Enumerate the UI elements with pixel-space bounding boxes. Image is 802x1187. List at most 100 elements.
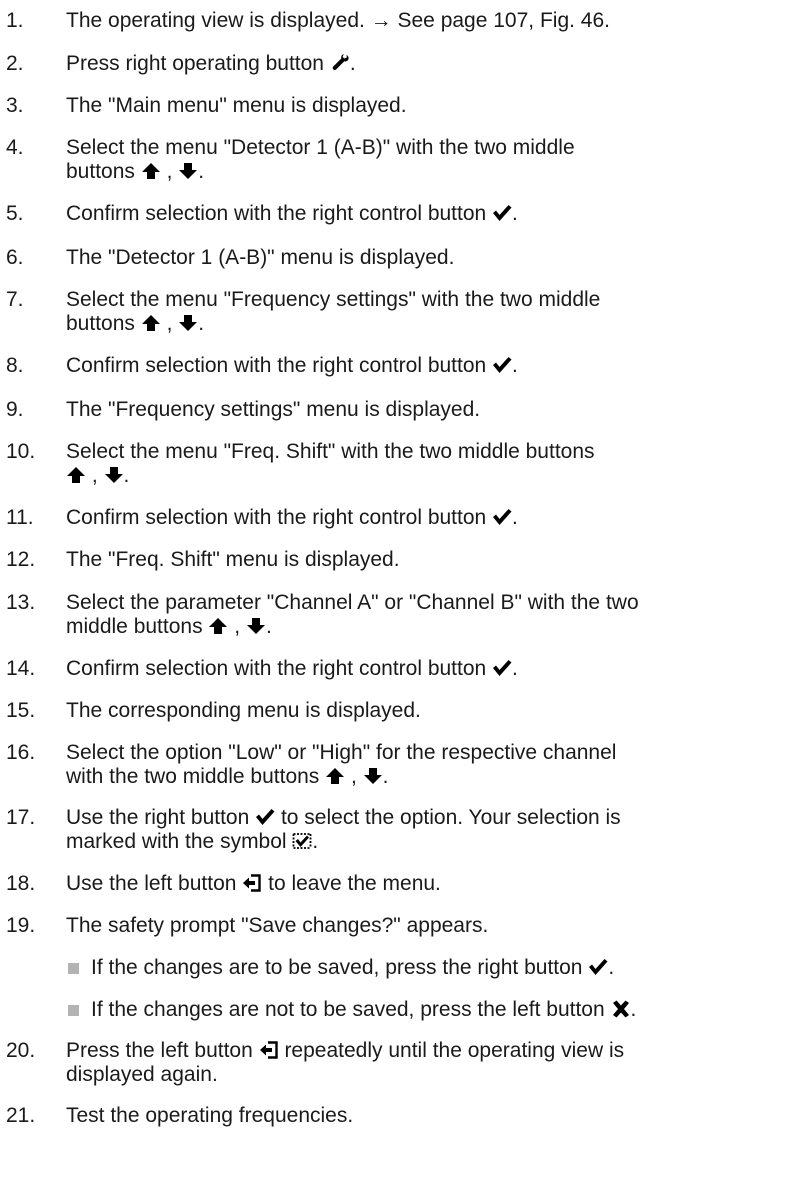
step-number: 4. xyxy=(6,136,24,159)
exit-icon xyxy=(259,1041,279,1059)
text-run: . xyxy=(630,998,637,1021)
sub-item-text: If the changes are to be saved, press th… xyxy=(91,956,796,980)
text-run: The "Frequency settings" menu is display… xyxy=(66,398,481,421)
text-run: to leave the menu. xyxy=(262,872,441,895)
step-text: The "Frequency settings" menu is display… xyxy=(66,398,796,422)
checkmark-icon xyxy=(492,204,512,222)
text-run: buttons xyxy=(66,160,141,183)
text-run: . xyxy=(512,354,518,377)
step-number: 6. xyxy=(6,246,24,269)
step-text: Press right operating button . xyxy=(66,52,796,76)
bullet-square-icon xyxy=(68,1005,79,1016)
step-text: Select the menu "Freq. Shift" with the t… xyxy=(66,440,796,488)
step-number: 10. xyxy=(6,440,36,463)
step-number: 14. xyxy=(6,657,36,680)
text-run: The corresponding menu is displayed. xyxy=(66,699,421,722)
step-text: Use the right button to select the optio… xyxy=(66,806,796,854)
step-text: Select the parameter "Channel A" or "Cha… xyxy=(66,591,796,639)
step-text: Test the operating frequencies. xyxy=(66,1104,796,1128)
text-run: If the changes are not to be saved, pres… xyxy=(91,998,611,1021)
exit-icon xyxy=(242,874,262,892)
arrow-down-icon xyxy=(104,466,124,484)
step-number: 18. xyxy=(6,872,36,895)
step-number: 16. xyxy=(6,741,36,764)
text-run: . xyxy=(265,615,272,638)
text-run: . xyxy=(123,464,130,487)
text-run: Use the right button xyxy=(66,806,256,829)
checked-box-icon xyxy=(292,832,312,850)
step-text: Use the left button to leave the menu. xyxy=(66,872,796,896)
arrow-up-icon xyxy=(325,767,345,785)
text-run: Press the left button xyxy=(66,1039,259,1062)
step-text: Select the menu "Frequency settings" wit… xyxy=(66,288,796,336)
step-number: 17. xyxy=(6,806,36,829)
text-run: . xyxy=(512,506,518,529)
text-run: , xyxy=(86,464,104,487)
step-number: 15. xyxy=(6,699,36,722)
arrow-up-icon xyxy=(141,162,161,180)
text-run: . xyxy=(512,202,518,225)
step-text: The "Main menu" menu is displayed. xyxy=(66,94,796,118)
text-run: to select the option. Your selection is xyxy=(275,806,621,829)
text-run: . xyxy=(198,312,205,335)
text-run: , xyxy=(228,615,246,638)
text-run: Test the operating frequencies. xyxy=(66,1104,354,1127)
arrow-down-icon xyxy=(178,162,198,180)
step-text: Confirm selection with the right control… xyxy=(66,202,796,226)
text-run: Confirm selection with the right control… xyxy=(66,202,493,225)
arrow-up-icon xyxy=(66,466,86,484)
text-run: Select the menu "Freq. Shift" with the t… xyxy=(66,440,595,463)
checkmark-icon xyxy=(492,659,512,677)
step-number: 13. xyxy=(6,591,36,614)
step-text: Confirm selection with the right control… xyxy=(66,657,796,681)
step-text: Press the left button repeatedly until t… xyxy=(66,1039,796,1087)
step-number: 19. xyxy=(6,914,36,937)
checkmark-icon xyxy=(588,958,608,976)
text-run: Confirm selection with the right control… xyxy=(66,506,493,529)
wrench-icon xyxy=(330,54,350,72)
text-run: . xyxy=(512,657,518,680)
step-number: 1. xyxy=(6,9,24,32)
step-number: 7. xyxy=(6,288,24,311)
text-run: repeatedly until the operating view is xyxy=(278,1039,625,1062)
text-run: buttons xyxy=(66,312,141,335)
text-run: Press right operating button xyxy=(66,52,330,75)
text-run: Use the left button xyxy=(66,872,243,895)
text-run: . xyxy=(349,52,356,75)
text-run: The "Freq. Shift" menu is displayed. xyxy=(66,548,400,571)
arrow-down-icon xyxy=(363,767,383,785)
text-run: The "Detector 1 (A-B)" menu is displayed… xyxy=(66,246,455,269)
step-text: Select the option "Low" or "High" for th… xyxy=(66,741,796,789)
arrow-up-icon xyxy=(141,314,161,332)
text-run: The safety prompt "Save changes?" appear… xyxy=(66,914,489,937)
arrow-up-icon xyxy=(208,617,228,635)
step-text: The operating view is displayed. → See p… xyxy=(66,9,796,33)
step-text: Confirm selection with the right control… xyxy=(66,506,796,530)
text-run: Select the parameter "Channel A" or "Cha… xyxy=(66,591,639,614)
step-number: 20. xyxy=(6,1039,36,1062)
step-text: The corresponding menu is displayed. xyxy=(66,699,796,723)
step-text: The "Detector 1 (A-B)" menu is displayed… xyxy=(66,246,796,270)
step-text: Select the menu "Detector 1 (A-B)" with … xyxy=(66,136,796,184)
bullet-square-icon xyxy=(68,963,79,974)
step-text: The "Freq. Shift" menu is displayed. xyxy=(66,548,796,572)
step-number: 12. xyxy=(6,548,36,571)
step-number: 21. xyxy=(6,1104,36,1127)
text-run: . xyxy=(382,765,389,788)
text-run: . xyxy=(608,956,615,979)
text-run: . xyxy=(198,160,205,183)
cross-icon xyxy=(611,1000,631,1018)
text-run: The operating view is displayed. → See p… xyxy=(66,9,610,32)
step-number: 8. xyxy=(6,354,24,377)
text-run: Confirm selection with the right control… xyxy=(66,657,493,680)
text-run: middle buttons xyxy=(66,615,209,638)
step-number: 9. xyxy=(6,398,24,421)
text-run: If the changes are to be saved, press th… xyxy=(91,956,589,979)
text-run: Select the option "Low" or "High" for th… xyxy=(66,741,617,764)
arrow-down-icon xyxy=(246,617,266,635)
text-run: displayed again. xyxy=(66,1063,218,1086)
checkmark-icon xyxy=(255,808,275,826)
text-run: Select the menu "Frequency settings" wit… xyxy=(66,288,601,311)
text-run: Confirm selection with the right control… xyxy=(66,354,493,377)
step-text: The safety prompt "Save changes?" appear… xyxy=(66,914,796,938)
